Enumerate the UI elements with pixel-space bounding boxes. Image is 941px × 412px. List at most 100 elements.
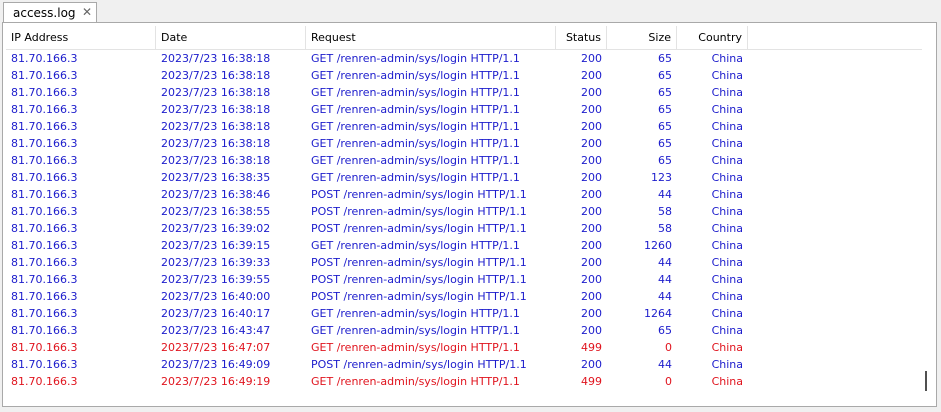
cell-ip: 81.70.166.3	[11, 239, 78, 252]
cell-size: 1260	[644, 239, 672, 252]
cell-status: 200	[581, 256, 602, 269]
table-row[interactable]: 81.70.166.3 2023/7/23 16:38:18 GET /renren…	[6, 50, 922, 67]
table-row[interactable]: 81.70.166.3 2023/7/23 16:38:46 POST /renre…	[6, 186, 922, 203]
cell-date: 2023/7/23 16:38:18	[161, 154, 271, 167]
cell-country: China	[711, 375, 743, 388]
cell-status: 499	[581, 341, 602, 354]
cell-ip: 81.70.166.3	[11, 375, 78, 388]
cell-size: 58	[658, 222, 672, 235]
table-row[interactable]: 81.70.166.3 2023/7/23 16:38:18 GET /renren…	[6, 101, 922, 118]
cell-ip: 81.70.166.3	[11, 273, 78, 286]
cell-date: 2023/7/23 16:43:47	[161, 324, 271, 337]
cell-ip: 81.70.166.3	[11, 324, 78, 337]
cell-request: POST /renren-admin/sys/login HTTP/1.1	[311, 205, 527, 218]
cell-date: 2023/7/23 16:38:55	[161, 205, 271, 218]
table-row[interactable]: 81.70.166.3 2023/7/23 16:43:47 GET /renren…	[6, 322, 922, 339]
cell-size: 44	[658, 256, 672, 269]
cell-status: 200	[581, 154, 602, 167]
cell-status: 200	[581, 52, 602, 65]
cell-request: GET /renren-admin/sys/login HTTP/1.1	[311, 69, 520, 82]
scrollbar-thumb[interactable]	[925, 371, 927, 391]
cell-size: 65	[658, 103, 672, 116]
cell-request: GET /renren-admin/sys/login HTTP/1.1	[311, 52, 520, 65]
cell-status: 200	[581, 307, 602, 320]
table-row[interactable]: 81.70.166.3 2023/7/23 16:38:18 GET /renren…	[6, 118, 922, 135]
table-row[interactable]: 81.70.166.3 2023/7/23 16:47:07 GET /renren…	[6, 339, 922, 356]
cell-date: 2023/7/23 16:39:02	[161, 222, 271, 235]
cell-ip: 81.70.166.3	[11, 120, 78, 133]
cell-status: 200	[581, 290, 602, 303]
cell-ip: 81.70.166.3	[11, 341, 78, 354]
cell-ip: 81.70.166.3	[11, 86, 78, 99]
cell-size: 0	[665, 341, 672, 354]
cell-date: 2023/7/23 16:38:18	[161, 120, 271, 133]
table-row[interactable]: 81.70.166.3 2023/7/23 16:38:18 GET /renren…	[6, 84, 922, 101]
table-row[interactable]: 81.70.166.3 2023/7/23 16:38:35 GET /renren…	[6, 169, 922, 186]
cell-request: GET /renren-admin/sys/login HTTP/1.1	[311, 120, 520, 133]
cell-ip: 81.70.166.3	[11, 256, 78, 269]
column-header-date[interactable]: Date	[156, 26, 306, 49]
cell-ip: 81.70.166.3	[11, 171, 78, 184]
cell-ip: 81.70.166.3	[11, 307, 78, 320]
cell-country: China	[711, 290, 743, 303]
table-row[interactable]: 81.70.166.3 2023/7/23 16:39:33 POST /renre…	[6, 254, 922, 271]
cell-status: 499	[581, 375, 602, 388]
column-header-status[interactable]: Status	[556, 26, 607, 49]
table-row[interactable]: 81.70.166.3 2023/7/23 16:49:09 POST /renre…	[6, 356, 922, 373]
cell-size: 65	[658, 137, 672, 150]
cell-request: GET /renren-admin/sys/login HTTP/1.1	[311, 375, 520, 388]
table-row[interactable]: 81.70.166.3 2023/7/23 16:39:02 POST /renre…	[6, 220, 922, 237]
cell-request: POST /renren-admin/sys/login HTTP/1.1	[311, 358, 527, 371]
cell-date: 2023/7/23 16:38:18	[161, 137, 271, 150]
table-row[interactable]: 81.70.166.3 2023/7/23 16:38:18 GET /renren…	[6, 152, 922, 169]
column-header-size[interactable]: Size	[607, 26, 677, 49]
log-table: IP Address Date Request Status Size Coun…	[6, 26, 922, 390]
column-header-ip[interactable]: IP Address	[6, 26, 156, 49]
cell-ip: 81.70.166.3	[11, 358, 78, 371]
table-row[interactable]: 81.70.166.3 2023/7/23 16:38:18 GET /renren…	[6, 67, 922, 84]
close-icon[interactable]: ✕	[80, 5, 94, 19]
log-panel: IP Address Date Request Status Size Coun…	[2, 22, 937, 407]
cell-country: China	[711, 324, 743, 337]
cell-ip: 81.70.166.3	[11, 52, 78, 65]
cell-country: China	[711, 154, 743, 167]
cell-ip: 81.70.166.3	[11, 188, 78, 201]
cell-country: China	[711, 188, 743, 201]
cell-size: 65	[658, 86, 672, 99]
cell-date: 2023/7/23 16:38:18	[161, 86, 271, 99]
cell-request: GET /renren-admin/sys/login HTTP/1.1	[311, 154, 520, 167]
cell-country: China	[711, 120, 743, 133]
column-header-country[interactable]: Country	[677, 26, 748, 49]
table-row[interactable]: 81.70.166.3 2023/7/23 16:49:19 GET /renren…	[6, 373, 922, 390]
cell-date: 2023/7/23 16:38:18	[161, 69, 271, 82]
table-row[interactable]: 81.70.166.3 2023/7/23 16:40:17 GET /renren…	[6, 305, 922, 322]
cell-size: 65	[658, 52, 672, 65]
cell-ip: 81.70.166.3	[11, 137, 78, 150]
cell-ip: 81.70.166.3	[11, 222, 78, 235]
cell-status: 200	[581, 69, 602, 82]
table-row[interactable]: 81.70.166.3 2023/7/23 16:38:55 POST /renre…	[6, 203, 922, 220]
cell-country: China	[711, 256, 743, 269]
cell-date: 2023/7/23 16:38:18	[161, 103, 271, 116]
column-header-request[interactable]: Request	[306, 26, 556, 49]
tab-access-log[interactable]: access.log ✕	[3, 2, 97, 23]
vertical-scrollbar[interactable]	[922, 27, 930, 401]
table-row[interactable]: 81.70.166.3 2023/7/23 16:39:15 GET /renren…	[6, 237, 922, 254]
table-row[interactable]: 81.70.166.3 2023/7/23 16:38:18 GET /renren…	[6, 135, 922, 152]
table-row[interactable]: 81.70.166.3 2023/7/23 16:39:55 POST /renre…	[6, 271, 922, 288]
cell-ip: 81.70.166.3	[11, 103, 78, 116]
cell-status: 200	[581, 137, 602, 150]
cell-size: 44	[658, 290, 672, 303]
cell-country: China	[711, 341, 743, 354]
cell-status: 200	[581, 222, 602, 235]
cell-size: 44	[658, 188, 672, 201]
cell-date: 2023/7/23 16:49:19	[161, 375, 271, 388]
cell-size: 44	[658, 358, 672, 371]
cell-date: 2023/7/23 16:49:09	[161, 358, 271, 371]
cell-date: 2023/7/23 16:39:33	[161, 256, 271, 269]
cell-date: 2023/7/23 16:38:18	[161, 52, 271, 65]
table-row[interactable]: 81.70.166.3 2023/7/23 16:40:00 POST /renre…	[6, 288, 922, 305]
cell-request: GET /renren-admin/sys/login HTTP/1.1	[311, 239, 520, 252]
cell-request: GET /renren-admin/sys/login HTTP/1.1	[311, 324, 520, 337]
cell-request: GET /renren-admin/sys/login HTTP/1.1	[311, 341, 520, 354]
